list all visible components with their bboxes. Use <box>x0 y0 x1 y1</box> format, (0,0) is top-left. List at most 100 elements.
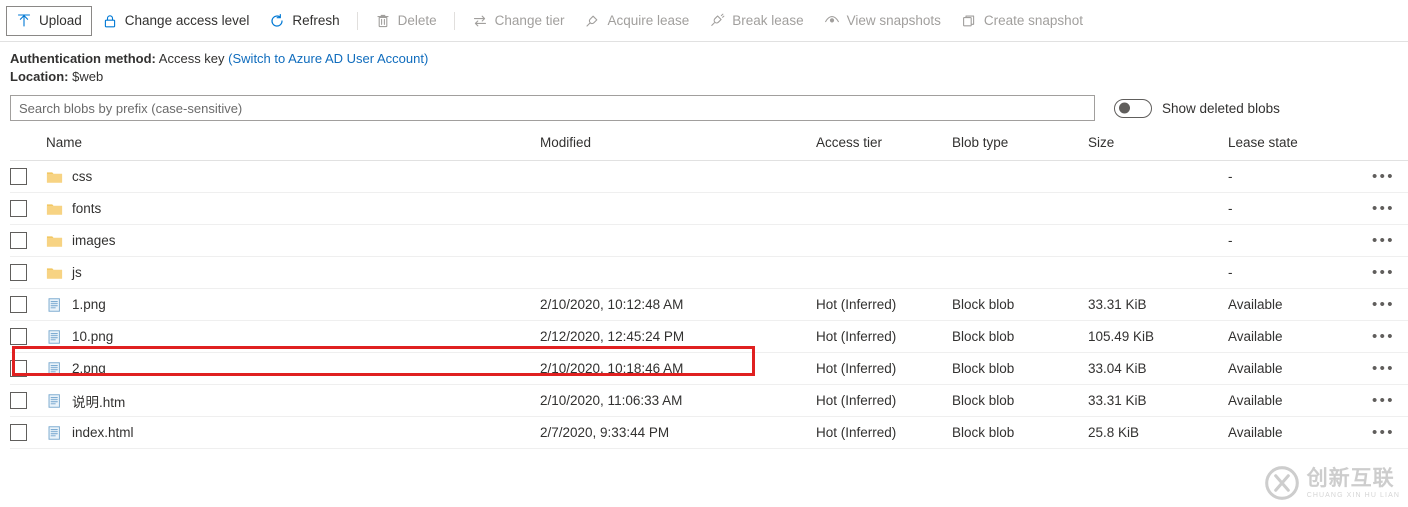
row-checkbox-cell <box>10 224 46 257</box>
folder-name-link[interactable]: images <box>72 233 116 248</box>
row-size <box>1088 192 1228 225</box>
row-checkbox[interactable] <box>10 360 27 377</box>
more-options-icon[interactable]: ••• <box>1368 198 1399 219</box>
toolbar-button-label: Acquire lease <box>607 12 690 28</box>
more-options-icon[interactable]: ••• <box>1368 230 1399 251</box>
column-header-name[interactable]: Name <box>46 135 540 161</box>
row-checkbox[interactable] <box>10 264 27 281</box>
table-row[interactable]: fonts - ••• <box>10 192 1408 225</box>
row-access-tier: Hot (Inferred) <box>816 352 952 385</box>
more-options-icon[interactable]: ••• <box>1368 422 1399 443</box>
column-header-blob-type[interactable]: Blob type <box>952 135 1088 161</box>
row-access-tier: Hot (Inferred) <box>816 320 952 353</box>
row-checkbox[interactable] <box>10 328 27 345</box>
plug-icon <box>584 13 600 29</box>
row-size: 33.04 KiB <box>1088 352 1228 385</box>
row-checkbox[interactable] <box>10 200 27 217</box>
watermark-chinese: 创新互联 <box>1306 465 1395 490</box>
swap-icon <box>472 13 488 29</box>
row-size <box>1088 256 1228 289</box>
document-icon <box>48 329 60 344</box>
eye-icon <box>824 13 840 29</box>
row-checkbox[interactable] <box>10 296 27 313</box>
row-name-cell: images <box>46 224 540 257</box>
row-lease-state: Available <box>1228 288 1368 321</box>
row-blob-type: Block blob <box>952 416 1088 449</box>
row-modified: 2/7/2020, 9:33:44 PM <box>540 416 816 449</box>
row-name-cell: css <box>46 160 540 193</box>
toolbar-button-view-snapshots: View snapshots <box>814 6 951 36</box>
watermark: 创新互联 CHUANG XIN HU LIAN <box>1264 465 1400 501</box>
column-header-lease-state[interactable]: Lease state <box>1228 135 1368 161</box>
document-icon <box>48 393 60 408</box>
blob-name-link[interactable]: 2.png <box>72 361 106 376</box>
search-input[interactable] <box>10 95 1095 121</box>
row-checkbox[interactable] <box>10 232 27 249</box>
row-actions-cell: ••• <box>1368 256 1408 289</box>
more-options-icon[interactable]: ••• <box>1368 326 1399 347</box>
toolbar-button-upload[interactable]: Upload <box>6 5 92 36</box>
context-info: Authentication method: Access key (Switc… <box>0 42 1408 86</box>
row-name-cell: index.html <box>46 416 540 449</box>
toolbar-button-acquire-lease: Acquire lease <box>574 6 699 36</box>
column-header-access-tier[interactable]: Access tier <box>816 135 952 161</box>
more-options-icon[interactable]: ••• <box>1368 166 1399 187</box>
column-header-size[interactable]: Size <box>1088 135 1228 161</box>
row-access-tier <box>816 256 952 289</box>
row-actions-cell: ••• <box>1368 352 1408 385</box>
document-icon <box>48 425 60 440</box>
table-row[interactable]: 说明.htm 2/10/2020, 11:06:33 AM Hot (Inferre… <box>10 384 1408 417</box>
folder-name-link[interactable]: js <box>72 265 82 280</box>
authentication-method-label: Authentication method: <box>10 51 156 66</box>
select-all-header <box>10 135 46 161</box>
column-header-actions <box>1368 135 1408 161</box>
toolbar-button-change-access-level[interactable]: Change access level <box>92 6 260 36</box>
watermark-pinyin: CHUANG XIN HU LIAN <box>1306 491 1400 499</box>
blob-table: Name Modified Access tier Blob type Size… <box>10 135 1408 449</box>
table-row[interactable]: images - ••• <box>10 224 1408 257</box>
table-row[interactable]: js - ••• <box>10 256 1408 289</box>
row-lease-state: Available <box>1228 384 1368 417</box>
toolbar-button-label: View snapshots <box>846 12 941 28</box>
row-blob-type <box>952 256 1088 289</box>
row-name-cell: js <box>46 256 540 289</box>
blob-table-container: Name Modified Access tier Blob type Size… <box>0 135 1408 449</box>
blob-name-link[interactable]: 1.png <box>72 297 106 312</box>
switch-to-azure-ad-link[interactable]: (Switch to Azure AD User Account) <box>228 51 428 66</box>
folder-name-link[interactable]: fonts <box>72 201 101 216</box>
toolbar-button-delete: Delete <box>365 6 447 36</box>
more-options-icon[interactable]: ••• <box>1368 294 1399 315</box>
blob-name-link[interactable]: 说明.htm <box>72 391 125 411</box>
row-checkbox-cell <box>10 160 46 193</box>
row-checkbox[interactable] <box>10 424 27 441</box>
row-blob-type <box>952 160 1088 193</box>
row-access-tier <box>816 224 952 257</box>
row-lease-state: Available <box>1228 320 1368 353</box>
more-options-icon[interactable]: ••• <box>1368 390 1399 411</box>
toolbar-separator <box>356 11 358 30</box>
row-size: 105.49 KiB <box>1088 320 1228 353</box>
row-checkbox[interactable] <box>10 168 27 185</box>
table-row[interactable]: index.html 2/7/2020, 9:33:44 PM Hot (Infer… <box>10 416 1408 449</box>
show-deleted-blobs-toggle[interactable] <box>1114 98 1152 118</box>
more-options-icon[interactable]: ••• <box>1368 262 1399 283</box>
table-row[interactable]: 1.png 2/10/2020, 10:12:48 AM Hot (Inferred… <box>10 288 1408 321</box>
row-checkbox-cell <box>10 288 46 321</box>
table-row[interactable]: 10.png 2/12/2020, 12:45:24 PM Hot (Inferre… <box>10 320 1408 353</box>
toolbar-button-refresh[interactable]: Refresh <box>259 6 349 36</box>
toolbar-button-label: Break lease <box>732 12 804 28</box>
column-header-modified[interactable]: Modified <box>540 135 816 161</box>
blob-name-link[interactable]: 10.png <box>72 329 113 344</box>
more-options-icon[interactable]: ••• <box>1368 358 1399 379</box>
row-modified: 2/10/2020, 10:18:46 AM <box>540 352 816 385</box>
table-row[interactable]: 2.png 2/10/2020, 10:18:46 AM Hot (Inferred… <box>10 352 1408 385</box>
folder-name-link[interactable]: css <box>72 169 92 184</box>
row-blob-type <box>952 224 1088 257</box>
row-checkbox-cell <box>10 256 46 289</box>
document-icon <box>48 297 60 312</box>
table-row[interactable]: css - ••• <box>10 160 1408 193</box>
blob-name-link[interactable]: index.html <box>72 425 134 440</box>
toolbar-button-label: Upload <box>39 12 82 28</box>
folder-icon <box>46 235 63 247</box>
row-checkbox[interactable] <box>10 392 27 409</box>
